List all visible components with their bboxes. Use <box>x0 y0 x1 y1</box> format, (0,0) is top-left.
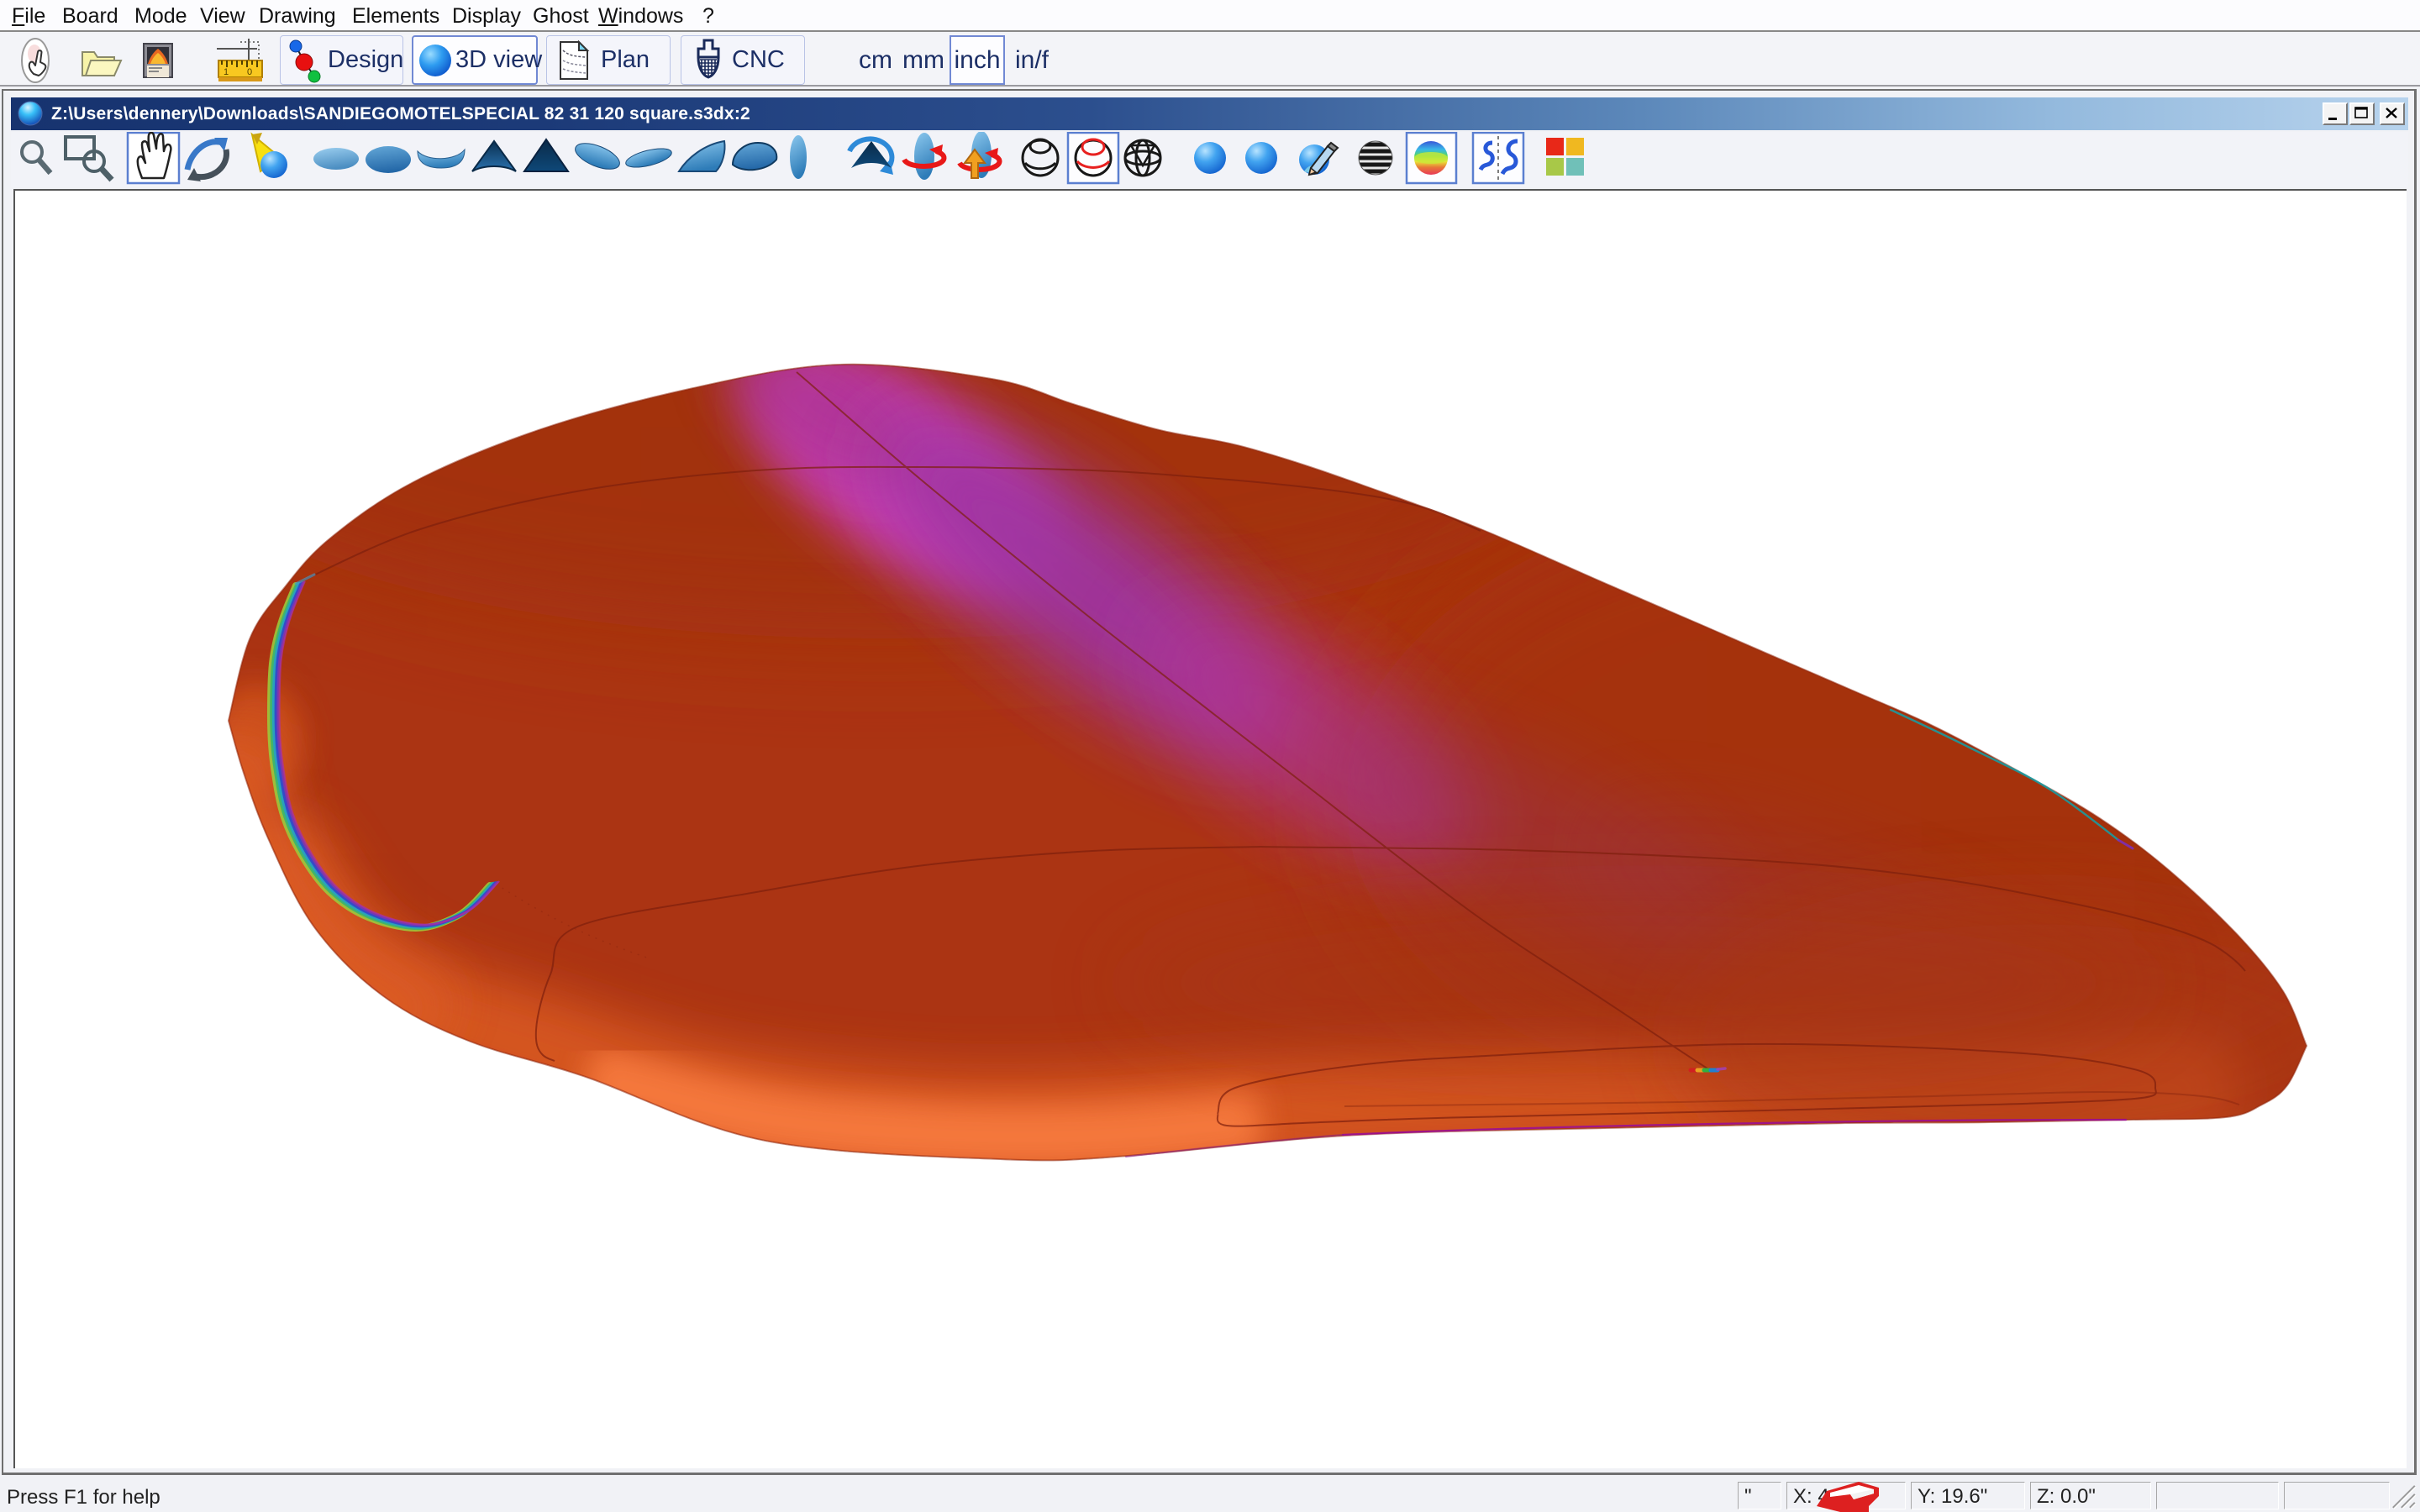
svg-text:0: 0 <box>247 67 252 77</box>
svg-text:1: 1 <box>224 67 229 77</box>
